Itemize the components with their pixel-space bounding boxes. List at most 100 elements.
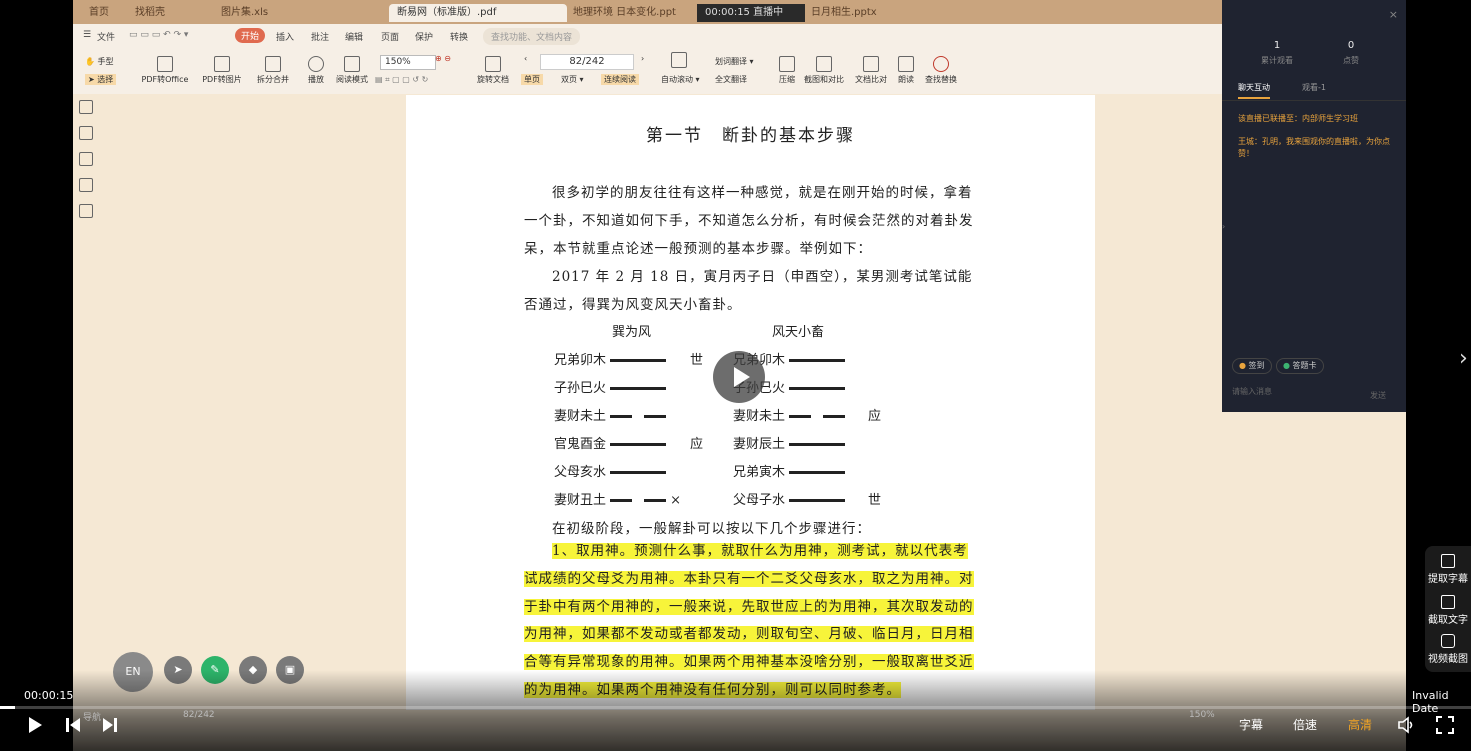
tab-chat[interactable]: 聊天互动 — [1238, 82, 1270, 99]
select-label: 选择 — [97, 75, 114, 84]
continuous-button[interactable]: 连续阅读 — [601, 74, 639, 85]
menu-protect[interactable]: 保护 — [415, 30, 433, 43]
big-play-icon[interactable] — [713, 351, 765, 403]
read-aloud-button[interactable]: 朗读 — [895, 56, 917, 85]
tab-viewers[interactable]: 观看-1 — [1302, 82, 1326, 93]
expand-icon[interactable]: › — [1222, 222, 1225, 231]
tab-xls[interactable]: 图片集.xls — [213, 4, 391, 22]
screenshot-compare-button[interactable]: 截图和对比 — [803, 56, 845, 85]
pdf-to-office-button[interactable]: PDF转Office — [135, 56, 195, 85]
subtitle-icon — [1441, 554, 1455, 568]
pdf-to-image-button[interactable]: PDF转图片 — [199, 56, 245, 85]
rotate-label: 旋转文档 — [477, 75, 509, 84]
bottom-page-indicator: 82/242 — [183, 710, 215, 720]
fullscreen-icon[interactable] — [1436, 716, 1454, 734]
double-page-button[interactable]: 双页 ▾ — [561, 74, 584, 85]
comment-icon[interactable] — [79, 152, 93, 166]
send-button[interactable]: 发送 — [1370, 390, 1386, 401]
menu-search[interactable]: 查找功能、文档内容 — [483, 28, 581, 45]
quick-tools-icon[interactable]: ▭ ▭ ▭ ↶ ↷ ▾ — [129, 30, 188, 40]
tab-pdf[interactable]: 断易网（标准版）.pdf — [389, 4, 567, 22]
play-circle-icon — [308, 56, 324, 72]
video-frame[interactable]: 首页 找稻壳 图片集.xls 断易网（标准版）.pdf 地理环境 日本变化.pp… — [73, 0, 1406, 751]
split-merge-button[interactable]: 拆分合并 — [251, 56, 295, 85]
attachment-icon[interactable] — [79, 178, 93, 192]
extract-subtitle-button[interactable]: 提取字幕 — [1425, 554, 1471, 585]
tab-daoke[interactable]: 找稻壳 — [127, 4, 215, 22]
quality-button[interactable]: 高清 — [1348, 716, 1372, 733]
word-translate-button[interactable]: 划词翻译 ▾ — [715, 56, 754, 67]
hand-label: 手型 — [97, 57, 114, 66]
hand-icon: ✋ — [85, 57, 95, 66]
menu-page[interactable]: 页面 — [381, 30, 399, 43]
play-button[interactable]: 播放 — [303, 56, 329, 85]
yin-line — [610, 415, 667, 418]
hexagram-right-line: 妻财辰土 — [733, 433, 846, 452]
thumbnail-icon[interactable] — [79, 126, 93, 140]
menu-edit[interactable]: 编辑 — [345, 30, 363, 43]
answer-card-button[interactable]: ● 答题卡 — [1276, 358, 1324, 374]
next-arrow-icon[interactable]: › — [1459, 346, 1468, 371]
read-mode-button[interactable]: 阅读模式 — [333, 56, 371, 85]
yang-line — [789, 499, 846, 502]
yang-line — [789, 471, 846, 474]
extract-text-button[interactable]: 截取文字 — [1425, 595, 1471, 626]
compress-button[interactable]: 压缩 — [775, 56, 799, 85]
signin-dot-icon: ● — [1239, 361, 1246, 370]
doc-paragraph-1: 很多初学的朋友往往有这样一种感觉，就是在刚开始的时候，拿着一个卦，不知道如何下手… — [524, 185, 974, 257]
hexagram-right-line: 妻财未土 — [733, 405, 846, 424]
compress-label: 压缩 — [779, 75, 795, 84]
tab-live[interactable]: 00:00:15 直播中 — [697, 4, 805, 22]
menu-convert[interactable]: 转换 — [450, 30, 468, 43]
tab-ppt[interactable]: 地理环境 日本变化.ppt — [565, 4, 703, 22]
doc-compare-button[interactable]: 文档比对 — [853, 56, 889, 85]
zoom-in-icon[interactable]: ⊕ ⊖ — [435, 54, 451, 63]
progress-bar[interactable] — [0, 706, 1471, 709]
hand-tool[interactable]: ✋ 手型 — [85, 56, 114, 67]
column-icon[interactable] — [669, 52, 689, 70]
zoom-select[interactable]: 150% — [380, 55, 436, 70]
next-icon[interactable] — [101, 716, 119, 734]
single-page-button[interactable]: 单页 — [521, 74, 543, 85]
video-screenshot-button[interactable]: 视频截图 — [1425, 634, 1471, 665]
speed-button[interactable]: 倍速 — [1293, 716, 1317, 733]
signature-icon[interactable] — [79, 204, 93, 218]
menu-file[interactable]: 文件 — [97, 30, 115, 43]
chat-input[interactable]: 请输入消息 — [1232, 386, 1272, 397]
play-label: 播放 — [308, 75, 324, 84]
menu-icon[interactable]: ☰ — [83, 30, 91, 40]
compare-label: 文档比对 — [855, 75, 887, 84]
book-icon — [344, 56, 360, 72]
tab-pptx[interactable]: 日月相生.pptx — [803, 4, 921, 22]
page-tools-icon[interactable]: ▤ ⌗ ▢ ▢ ↺ ↻ — [375, 75, 428, 85]
menu-comment[interactable]: 批注 — [311, 30, 329, 43]
auto-scroll-button[interactable]: 自动滚动 ▾ — [661, 74, 700, 85]
yang-line — [610, 443, 667, 446]
full-translate-button[interactable]: 全文翻译 — [715, 74, 747, 85]
likes-num: 0 — [1347, 40, 1355, 51]
subtitle-button[interactable]: 字幕 — [1239, 716, 1263, 733]
rotate-button[interactable]: 旋转文档 — [473, 56, 513, 85]
left-toolbar — [79, 100, 99, 230]
prev-page-icon[interactable]: ‹ — [524, 54, 527, 63]
pdf-office-label: PDF转Office — [141, 75, 189, 84]
tab-home[interactable]: 首页 — [81, 4, 131, 22]
extract-subtitle-label: 提取字幕 — [1428, 574, 1468, 585]
menu-insert[interactable]: 插入 — [276, 30, 294, 43]
continuous-label: 连续阅读 — [604, 75, 636, 84]
select-tool[interactable]: ➤ 选择 — [85, 74, 117, 85]
close-icon[interactable]: × — [1389, 8, 1398, 21]
volume-icon[interactable] — [1397, 716, 1415, 734]
current-time: 00:00:15 — [24, 689, 74, 702]
find-replace-button[interactable]: 查找替换 — [923, 56, 959, 85]
bookmark-icon[interactable] — [79, 100, 93, 114]
bottom-nav-label: 导航 — [83, 713, 102, 723]
pdf-image-icon — [214, 56, 230, 72]
signin-button[interactable]: ● 签到 — [1232, 358, 1272, 374]
page-input[interactable]: 82/242 — [540, 54, 634, 70]
previous-icon[interactable] — [64, 716, 82, 734]
menu-start[interactable]: 开始 — [235, 28, 266, 43]
play-icon[interactable] — [26, 716, 44, 734]
next-page-icon[interactable]: › — [641, 54, 644, 63]
pdf-office-icon — [157, 56, 173, 72]
